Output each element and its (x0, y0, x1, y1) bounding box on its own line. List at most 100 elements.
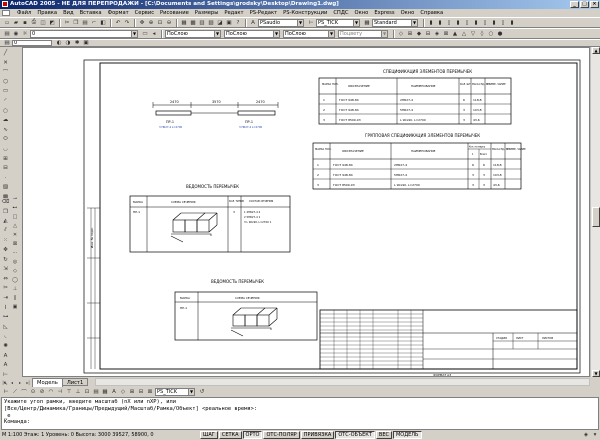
block-editor-icon[interactable]: ◧ (99, 19, 107, 27)
status-otrack-button[interactable]: ОТС-ОБЪЕКТ (335, 431, 375, 439)
layer-previous-icon[interactable]: ◂ (150, 30, 158, 38)
snap-apparent-icon[interactable]: ⊠ (12, 240, 19, 247)
ps-tool-4-icon[interactable]: ▮ (454, 19, 462, 27)
lineweight-select[interactable]: ПоСлою ▼ (283, 29, 335, 38)
snap-midpoint-icon[interactable]: △ (12, 222, 19, 229)
layer-state-icon[interactable]: ◉ (12, 30, 20, 38)
ellipse-arc-icon[interactable]: ◡ (2, 145, 10, 153)
polygon-icon[interactable]: ⬡ (2, 78, 10, 86)
menu-tools[interactable]: Сервис (132, 9, 157, 17)
dim-tool-5-icon[interactable]: ⊘ (38, 388, 46, 396)
zoom-window-icon[interactable]: ⊡ (156, 19, 164, 27)
layer-sun-icon[interactable]: ☼ (21, 30, 29, 38)
mirror-icon[interactable]: ◭ (2, 217, 10, 225)
menu-edit[interactable]: Правка (34, 9, 60, 17)
maximize-button[interactable]: □ (580, 1, 589, 8)
command-prompt[interactable]: Команда: (4, 419, 596, 426)
dim-tool-9-icon[interactable]: ⊥ (74, 388, 82, 396)
help-icon[interactable]: ? (234, 19, 242, 27)
status-snap-button[interactable]: ШАГ (200, 431, 218, 439)
text-icon[interactable]: A (2, 352, 10, 360)
extend-icon[interactable]: ⇥ (2, 294, 10, 302)
menu-dimension[interactable]: Размеры (192, 9, 222, 17)
chevron-down-icon[interactable]: ▼ (273, 30, 279, 37)
freeze-icon[interactable]: ✱ (73, 40, 81, 46)
menu-ps-structures[interactable]: PS-Конструкции (280, 9, 330, 17)
snap-endpoint-icon[interactable]: □ (12, 213, 19, 220)
chevron-down-icon[interactable]: ▼ (131, 30, 137, 37)
copy-object-icon[interactable]: ❐ (2, 208, 10, 216)
erase-icon[interactable]: ⌫ (2, 198, 10, 206)
dim-tool-3-icon[interactable]: ⌒ (20, 388, 28, 396)
dim-style-icon[interactable]: ⊢ (307, 19, 315, 27)
new-file-icon[interactable]: ▫ (3, 19, 11, 27)
undo-icon[interactable]: ↶ (114, 19, 122, 27)
dim-tool-1-icon[interactable]: ⊢ (2, 388, 10, 396)
snap-intersection-icon[interactable]: ✕ (12, 231, 19, 238)
snap-center-icon[interactable]: ◎ (12, 258, 19, 265)
pan-icon[interactable]: ✥ (138, 19, 146, 27)
menu-spds[interactable]: СПДС (330, 9, 351, 17)
command-window[interactable]: Укажите угол рамки, введите масштаб (nX … (1, 397, 599, 430)
tool-palettes-icon[interactable]: ▥ (198, 19, 206, 27)
cut-icon[interactable]: ✂ (63, 19, 71, 27)
close-button[interactable]: × (590, 1, 599, 8)
status-ortho-button[interactable]: ОРТО (242, 431, 263, 439)
paste-icon[interactable]: ▤ (81, 19, 89, 27)
chevron-down-icon[interactable]: ▼ (214, 30, 220, 37)
menu-ps-modify[interactable]: PS-Редакт (247, 9, 281, 17)
tab-model[interactable]: Модель (32, 377, 63, 387)
dim-style-select[interactable]: PS_TICK ▼ (316, 18, 360, 27)
linetype-select[interactable]: ПоСлою ▼ (224, 29, 280, 38)
ps-tool-9-icon[interactable]: ▯ (499, 19, 507, 27)
scale-icon[interactable]: ⇲ (2, 265, 10, 273)
redo-icon[interactable]: ↷ (123, 19, 131, 27)
make-block-icon[interactable]: ⊟ (2, 164, 10, 172)
snap-perpendicular-icon[interactable]: ⊥ (12, 285, 19, 292)
print-icon[interactable]: ⎙ (30, 19, 38, 27)
spds-tool-6-icon[interactable]: ⊠ (442, 30, 450, 38)
tab-sheet1[interactable]: Лист1 (61, 378, 89, 386)
app-icon[interactable] (2, 1, 8, 7)
ellipse-icon[interactable]: ⬭ (2, 135, 10, 143)
ps-tool-5-icon[interactable]: ▯ (463, 19, 471, 27)
dim-tool-10-icon[interactable]: ⊡ (83, 388, 91, 396)
spds-tool-2-icon[interactable]: ⊞ (406, 30, 414, 38)
lock-icon[interactable]: ▣ (82, 40, 90, 46)
dim-tool-12-icon[interactable]: ▦ (101, 388, 109, 396)
spline-icon[interactable]: ∿ (2, 126, 10, 134)
spds-tool-8-icon[interactable]: △ (460, 30, 468, 38)
chevron-down-icon[interactable]: ▼ (188, 389, 194, 395)
menu-draw[interactable]: Рисование (157, 9, 192, 17)
unisolate-icon[interactable]: ◑ (64, 40, 72, 46)
rectangle-icon[interactable]: ▭ (2, 87, 10, 95)
dim-tool-6-icon[interactable]: ◠ (47, 388, 55, 396)
array-icon[interactable]: ⁙ (2, 236, 10, 244)
snap-parallel-icon[interactable]: ∥ (12, 294, 19, 301)
comm-center-icon[interactable]: ◈ (582, 431, 590, 439)
ps-tool-3-icon[interactable]: ▯ (445, 19, 453, 27)
text-style-icon[interactable]: A (249, 19, 257, 27)
chevron-down-icon[interactable]: ▼ (353, 19, 359, 26)
tab-next-icon[interactable]: ▸ (16, 379, 24, 386)
stretch-icon[interactable]: ⇔ (2, 275, 10, 283)
snap-extension-icon[interactable]: ⋯ (12, 249, 19, 256)
spds-tool-3-icon[interactable]: ◆ (415, 30, 423, 38)
chevron-down-icon[interactable]: ▼ (328, 30, 334, 37)
plotstyle-select[interactable]: Поцвету ▼ (338, 29, 388, 38)
spds-tool-4-icon[interactable]: ⊟ (424, 30, 432, 38)
status-polar-button[interactable]: ОТС-ПОЛЯР (263, 431, 300, 439)
dim-tool-14-icon[interactable]: ◇ (119, 388, 127, 396)
spds-tool-7-icon[interactable]: ▲ (451, 30, 459, 38)
dim-tool-11-icon[interactable]: ▤ (92, 388, 100, 396)
dim-tool-7-icon[interactable]: ⊣ (56, 388, 64, 396)
chevron-down-icon[interactable]: ▼ (297, 19, 303, 26)
status-osnap-button[interactable]: ПРИВЯЗКА (300, 431, 335, 439)
trim-icon[interactable]: ✂ (2, 284, 10, 292)
offset-icon[interactable]: ⫽ (2, 227, 10, 235)
layer-manager-icon[interactable]: ▤ (3, 30, 11, 38)
construction-line-icon[interactable]: ✕ (2, 59, 10, 67)
insert-block-icon[interactable]: ⊞ (2, 155, 10, 163)
ps-tool-8-icon[interactable]: ▮ (490, 19, 498, 27)
circle-icon[interactable]: ○ (2, 107, 10, 115)
